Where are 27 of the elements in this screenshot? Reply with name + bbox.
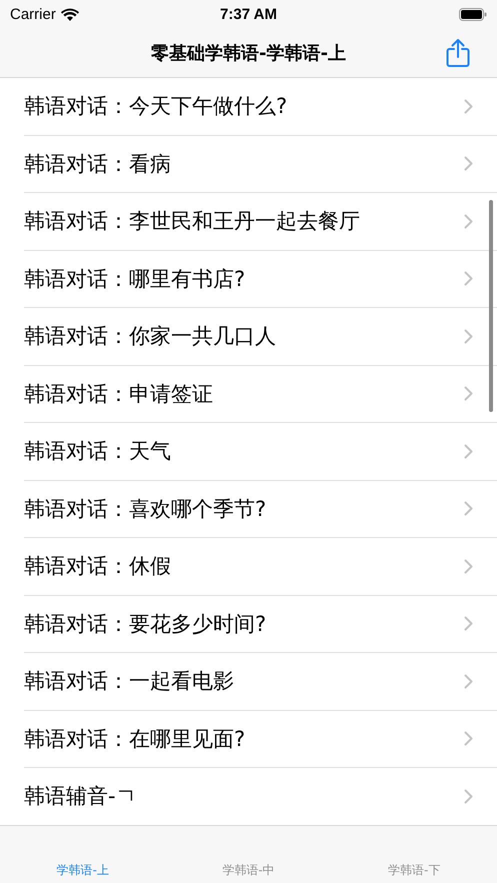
chevron-icon [464, 788, 473, 804]
carrier-label: Carrier [10, 6, 56, 22]
chevron-icon [464, 214, 473, 229]
list-row[interactable]: 韩语对话：喜欢哪个季节? [24, 480, 497, 538]
chevron-icon [464, 98, 473, 114]
chevron-icon [464, 674, 473, 689]
chevron-icon [464, 731, 473, 746]
chevron-icon [464, 386, 473, 402]
wifi-icon [60, 8, 79, 20]
chevron-icon [464, 444, 473, 459]
chevron-icon [464, 501, 473, 516]
chevron-icon [464, 271, 473, 286]
nav-title: 零基础学韩语-学韩语-上 [151, 42, 346, 64]
chevron-icon [464, 328, 473, 344]
list-row[interactable]: 韩语对话：在哪里见面? [24, 710, 497, 768]
battery-icon [459, 8, 487, 20]
list-row[interactable]: 韩语对话：要花多少时间? [24, 596, 497, 653]
share-button[interactable] [445, 38, 471, 68]
list-row[interactable]: 韩语对话：休假 [24, 538, 497, 596]
list-row[interactable]: 韩语对话：天气 [24, 423, 497, 480]
clock-time: 7:37 AM [219, 6, 278, 22]
list-row[interactable]: 韩语对话：看病 [24, 136, 497, 193]
list-row[interactable]: 韩语对话：一起看电影 [24, 653, 497, 710]
chevron-icon [464, 558, 473, 574]
chevron-icon [464, 616, 473, 632]
list-row[interactable]: 韩语对话：今天下午做什么? [24, 78, 497, 136]
chevron-icon [464, 156, 473, 172]
